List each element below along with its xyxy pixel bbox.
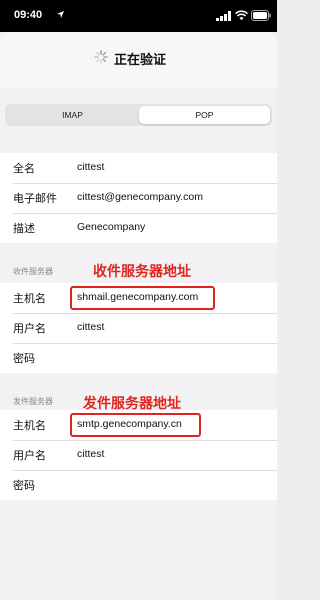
row-label: 用户名 xyxy=(13,322,46,335)
cellular-signal-icon xyxy=(216,11,231,21)
account-sheet: 正在验证 IMAP POP 全名 cittest 电子邮件 cittest@ge… xyxy=(0,32,277,600)
outgoing-host-highlight-box xyxy=(70,413,201,437)
protocol-segmented-control: IMAP POP xyxy=(5,104,272,126)
row-description[interactable]: 描述 Genecompany xyxy=(0,213,277,243)
status-time: 09:40 xyxy=(14,9,43,21)
row-label: 描述 xyxy=(13,222,35,235)
description-field[interactable]: Genecompany xyxy=(77,221,145,233)
row-email[interactable]: 电子邮件 cittest@genecompany.com xyxy=(0,183,277,213)
status-bar: 09:40 xyxy=(0,0,277,32)
incoming-host-highlight-box xyxy=(70,286,215,310)
nav-title: 正在验证 xyxy=(114,53,167,68)
full-name-field[interactable]: cittest xyxy=(77,161,104,173)
row-label: 密码 xyxy=(13,352,35,365)
incoming-username-field[interactable]: cittest xyxy=(77,321,104,333)
incoming-annotation: 收件服务器地址 xyxy=(93,264,191,280)
account-info-group: 全名 cittest 电子邮件 cittest@genecompany.com … xyxy=(0,153,277,243)
battery-icon xyxy=(251,10,271,21)
row-label: 主机名 xyxy=(13,419,46,432)
outgoing-username-field[interactable]: cittest xyxy=(77,448,104,460)
segment-pop[interactable]: POP xyxy=(139,106,270,124)
row-outgoing-password[interactable]: 密码 xyxy=(0,470,277,500)
email-field[interactable]: cittest@genecompany.com xyxy=(77,191,203,203)
outgoing-section-header: 发件服务器 xyxy=(13,397,53,406)
row-full-name[interactable]: 全名 cittest xyxy=(0,153,277,183)
row-label: 密码 xyxy=(13,479,35,492)
location-arrow-icon xyxy=(56,10,65,19)
segment-imap[interactable]: IMAP xyxy=(7,106,138,124)
navigation-bar: 正在验证 xyxy=(0,32,277,88)
row-incoming-username[interactable]: 用户名 cittest xyxy=(0,313,277,343)
row-label: 主机名 xyxy=(13,292,46,305)
row-outgoing-username[interactable]: 用户名 cittest xyxy=(0,440,277,470)
wifi-icon xyxy=(235,10,248,21)
row-incoming-password[interactable]: 密码 xyxy=(0,343,277,373)
row-label: 用户名 xyxy=(13,449,46,462)
incoming-section-header: 收件服务器 xyxy=(13,267,53,276)
row-label: 电子邮件 xyxy=(13,192,57,205)
loading-spinner-icon xyxy=(94,50,108,64)
row-label: 全名 xyxy=(13,162,35,175)
